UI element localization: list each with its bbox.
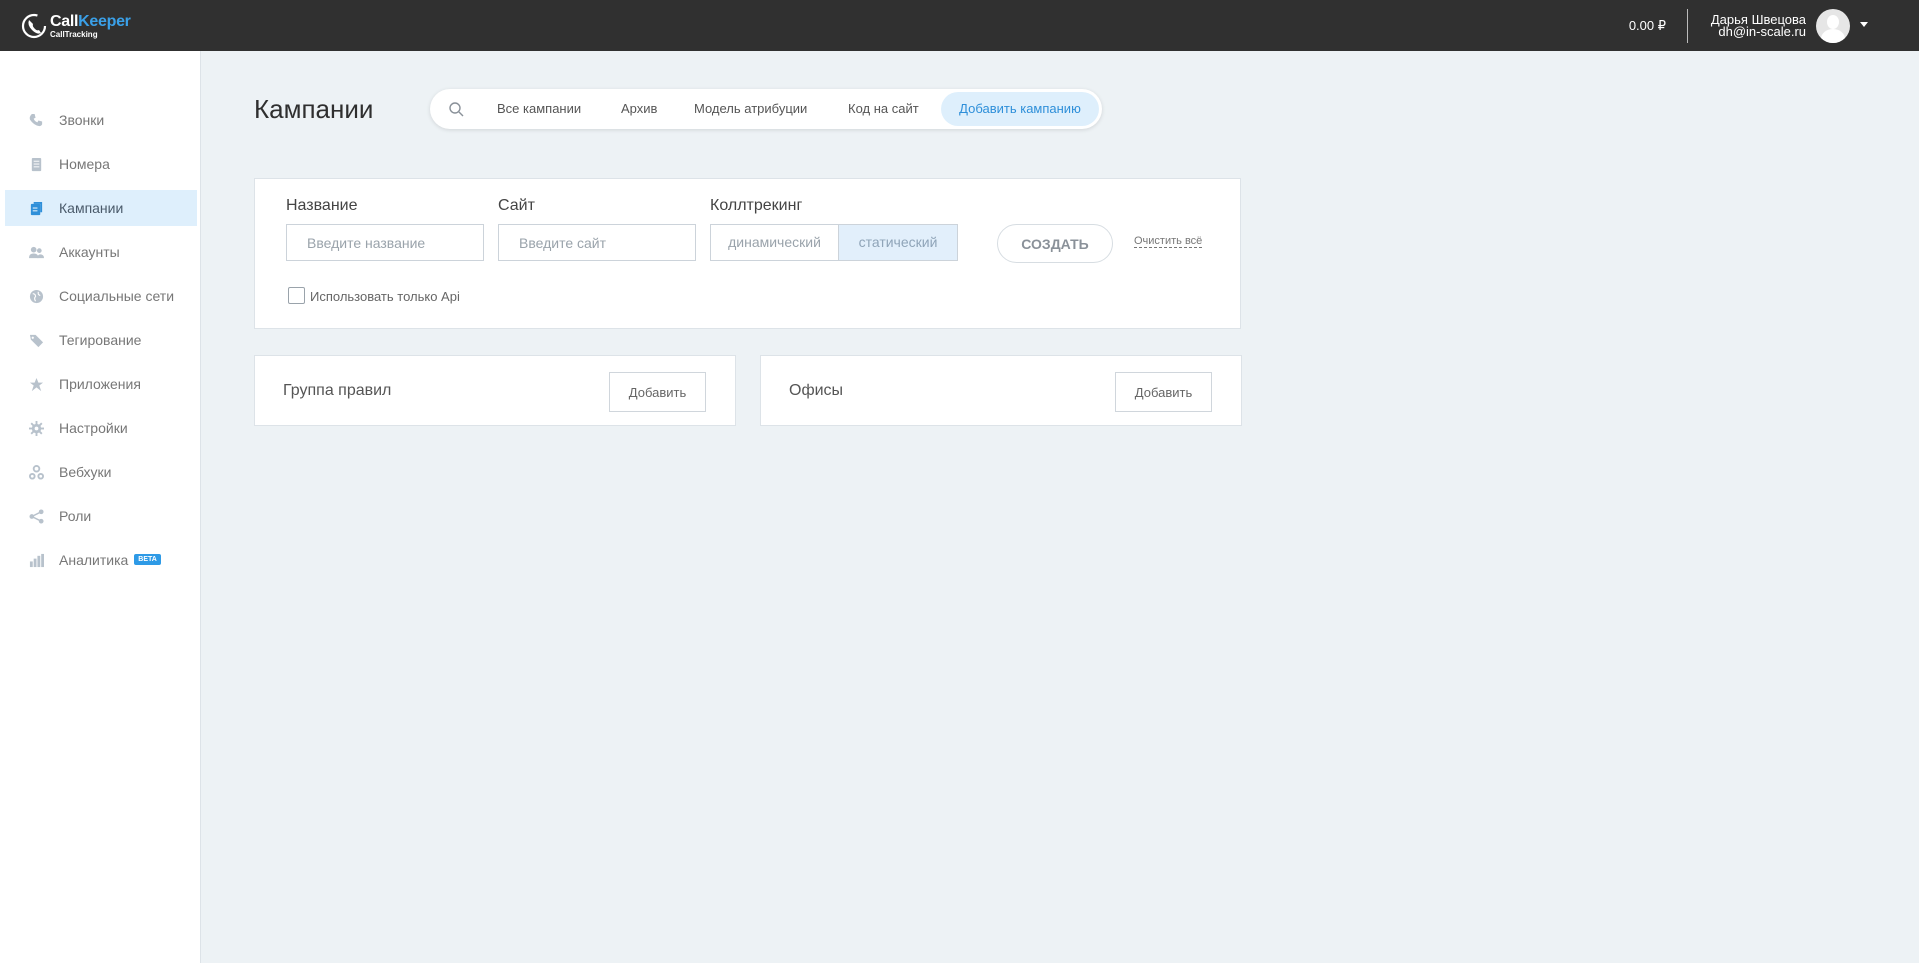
sidebar-item-social[interactable]: Социальные сети	[5, 278, 197, 314]
offices-title: Офисы	[789, 382, 844, 399]
sidebar-item-label: Аналитика	[59, 552, 129, 568]
page-title: Кампании	[254, 94, 374, 124]
tab-add-campaign[interactable]: Добавить кампанию	[941, 92, 1099, 126]
sidebar-item-label: Роли	[59, 508, 92, 524]
user-info[interactable]: Дарья Швецова dh@in-scale.ru	[1711, 13, 1806, 39]
users-icon	[29, 246, 44, 259]
tab-attribution-model[interactable]: Модель атрибуции	[694, 101, 807, 116]
user-email: dh@in-scale.ru	[1718, 24, 1806, 39]
create-button[interactable]: СОЗДАТЬ	[997, 224, 1113, 263]
phone-icon	[29, 113, 43, 127]
tab-all-campaigns[interactable]: Все кампании	[497, 101, 581, 116]
sidebar-item-campaigns[interactable]: Кампании	[5, 190, 197, 226]
add-rule-group-button[interactable]: Добавить	[609, 372, 706, 412]
chevron-down-icon[interactable]	[1860, 22, 1868, 27]
calltracking-option-static[interactable]: статический	[839, 225, 957, 260]
sidebar-item-apps[interactable]: Приложения	[5, 366, 197, 402]
beta-badge: BETA	[134, 554, 161, 565]
calltracking-label: Коллтрекинг	[710, 197, 803, 214]
star-icon	[29, 377, 44, 392]
sidebar-item-label: Аккаунты	[59, 244, 120, 260]
avatar[interactable]	[1816, 9, 1850, 43]
sidebar-item-label: Настройки	[59, 420, 128, 436]
top-bar: CallKeeper CallTracking 0.00 ₽ Дарья Шве…	[0, 0, 1919, 51]
header-divider	[1687, 9, 1688, 43]
tab-site-code[interactable]: Код на сайт	[848, 101, 919, 116]
sidebar-item-label: Звонки	[59, 112, 105, 128]
logo-name-part2: Keeper	[78, 12, 131, 30]
campaign-tabs: Все кампании Архив Модель атрибуции Код …	[430, 89, 1102, 129]
campaign-form: Название Сайт Коллтрекинг динамический с…	[254, 178, 1241, 329]
sidebar-item-label: Приложения	[59, 376, 141, 392]
sidebar-item-label-wrap: Аналитика BETA	[59, 552, 161, 568]
sidebar-item-label: Социальные сети	[59, 288, 175, 304]
numbers-icon	[31, 157, 42, 172]
logo-phone-icon	[21, 13, 47, 39]
sidebar-item-tagging[interactable]: Тегирование	[5, 322, 197, 358]
rule-groups-title: Группа правил	[283, 382, 392, 399]
sidebar-item-label: Номера	[59, 156, 110, 172]
sidebar-item-roles[interactable]: Роли	[5, 498, 197, 534]
name-input[interactable]	[286, 224, 484, 261]
sidebar-item-analytics[interactable]: Аналитика BETA	[5, 542, 197, 578]
gear-icon	[29, 421, 44, 436]
api-only-label: Использовать только Api	[310, 289, 460, 304]
balance[interactable]: 0.00 ₽	[1629, 18, 1666, 34]
share-icon	[29, 509, 44, 524]
globe-icon	[29, 289, 44, 304]
sidebar-item-settings[interactable]: Настройки	[5, 410, 197, 446]
sidebar: Звонки Номера Кампании Аккаунты Социальн…	[0, 51, 201, 963]
bar-chart-icon	[29, 553, 44, 568]
logo-name-part1: Call	[50, 12, 79, 30]
sidebar-item-accounts[interactable]: Аккаунты	[5, 234, 197, 270]
sidebar-item-webhooks[interactable]: Вебхуки	[5, 454, 197, 490]
tab-archive[interactable]: Архив	[621, 101, 657, 116]
logo[interactable]: CallKeeper CallTracking	[20, 12, 131, 40]
sidebar-item-label: Кампании	[59, 200, 124, 216]
campaign-icon	[30, 201, 43, 216]
name-label: Название	[286, 197, 358, 214]
sidebar-item-label: Вебхуки	[59, 464, 112, 480]
logo-subtitle: CallTracking	[50, 29, 98, 39]
webhook-icon	[29, 465, 44, 480]
search-icon[interactable]	[448, 101, 464, 117]
site-label: Сайт	[498, 197, 535, 214]
offices-panel: Офисы Добавить	[760, 355, 1242, 426]
add-office-button[interactable]: Добавить	[1115, 372, 1212, 412]
rule-groups-panel: Группа правил Добавить	[254, 355, 736, 426]
sidebar-item-calls[interactable]: Звонки	[5, 102, 197, 138]
calltracking-option-dynamic[interactable]: динамический	[711, 225, 839, 260]
api-only-checkbox[interactable]	[288, 287, 305, 304]
clear-all-link[interactable]: Очистить всё	[1134, 235, 1203, 248]
logo-text: CallKeeper CallTracking	[50, 12, 131, 39]
sidebar-item-label: Тегирование	[59, 332, 142, 348]
site-input[interactable]	[498, 224, 696, 261]
calltracking-toggle: динамический статический	[710, 224, 958, 261]
sidebar-item-numbers[interactable]: Номера	[5, 146, 197, 182]
tags-icon	[29, 334, 44, 348]
